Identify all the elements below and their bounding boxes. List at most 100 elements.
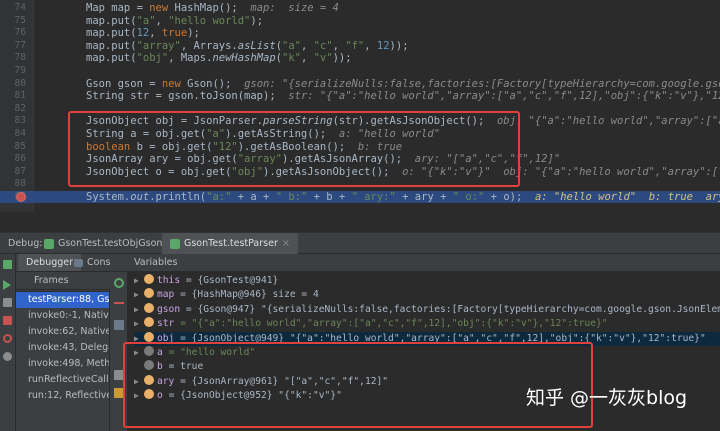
stop-icon[interactable] bbox=[3, 316, 12, 325]
mute-breakpoints-icon[interactable] bbox=[3, 352, 12, 361]
line-number: 84 bbox=[14, 128, 26, 139]
variables-header: Variables bbox=[110, 254, 720, 272]
code-token: , bbox=[149, 27, 162, 40]
test-run-icon bbox=[44, 238, 54, 249]
code-token: " ary:" bbox=[351, 191, 396, 203]
rerun-icon[interactable] bbox=[3, 260, 12, 269]
code-token: "obj" bbox=[136, 52, 169, 65]
copy-icon[interactable] bbox=[114, 320, 124, 330]
code-line[interactable]: 79 bbox=[0, 65, 720, 77]
stack-frame[interactable]: runReflectiveCall: bbox=[16, 372, 109, 388]
line-number: 81 bbox=[14, 90, 26, 102]
code-line[interactable]: 81 String str = gson.toJson(map); str: "{… bbox=[0, 90, 720, 102]
code-token: )); bbox=[389, 39, 409, 52]
debug-side-toolbar bbox=[0, 254, 16, 431]
stack-frame[interactable]: run:12, ReflectiveC bbox=[16, 388, 109, 404]
close-icon[interactable]: × bbox=[282, 233, 290, 254]
code-token: String str = gson.toJson(map); bbox=[86, 90, 289, 103]
code-token: ); bbox=[187, 27, 200, 40]
resume-icon[interactable] bbox=[3, 280, 11, 290]
variable-value: = "{"a":"hello world","array":["a","c","… bbox=[180, 318, 608, 330]
highlight-box-variables bbox=[123, 342, 593, 428]
watch-icon[interactable] bbox=[114, 278, 124, 288]
line-number: 76 bbox=[14, 27, 26, 39]
line-number: 78 bbox=[14, 52, 26, 64]
code-text: Gson gson = new Gson(); gson: "{serializ… bbox=[86, 78, 720, 90]
variable-row[interactable]: ▶ map = {HashMap@946} size = 4 bbox=[134, 288, 319, 302]
frames-panel: Frames ▲ ▼ ▾ testParser:88, Gsinvoke0:-1… bbox=[16, 272, 110, 431]
code-token: 12 bbox=[136, 27, 150, 40]
inline-value-hint: a: "hello world" b: true ary: "["a", bbox=[534, 191, 720, 203]
code-text: map.put(12, true); bbox=[86, 27, 200, 39]
inline-value-hint: obj: "{"a":"hello world","array":["a","c… bbox=[496, 115, 720, 128]
remove-watch-icon[interactable] bbox=[114, 302, 124, 304]
tab-testparser[interactable]: GsonTest.testParser × bbox=[162, 233, 298, 254]
code-token: "k" bbox=[282, 52, 301, 65]
code-token: , Arrays. bbox=[180, 39, 238, 52]
inline-value-hint: gson: "{serializeNulls:false,factories:[… bbox=[244, 77, 720, 90]
pause-icon[interactable] bbox=[3, 298, 12, 307]
code-token: "f" bbox=[345, 39, 365, 52]
code-line[interactable]: 74 Map map = new HashMap(); map: size = 4 bbox=[0, 2, 720, 14]
code-line[interactable]: 78 map.put("obj", Maps.newHashMap("k", "v… bbox=[0, 52, 720, 64]
code-token: + o); bbox=[484, 191, 535, 203]
code-token: Map map = bbox=[86, 2, 150, 14]
code-line[interactable]: 89System.out.println("a:" + a + " b:" + … bbox=[0, 191, 720, 203]
stack-frame[interactable]: invoke:43, Delega bbox=[16, 340, 109, 356]
code-line[interactable]: 80 Gson gson = new Gson(); gson: "{serial… bbox=[0, 78, 720, 90]
code-token: )); bbox=[332, 52, 352, 65]
watermark-text: 知乎 @一灰灰blog bbox=[526, 387, 688, 409]
variable-name: this bbox=[157, 275, 181, 286]
code-line[interactable]: 77 map.put("array", Arrays.asList("a", "c… bbox=[0, 40, 720, 52]
code-token: "a" bbox=[282, 39, 301, 52]
variable-row[interactable]: ▶ gson = {Gson@947} "{serializeNulls:fals… bbox=[134, 302, 720, 317]
tab-testobjgson[interactable]: GsonTest.testObjGson × bbox=[36, 233, 182, 254]
variable-name: str bbox=[157, 318, 175, 330]
variable-row[interactable]: ▶ str = "{"a":"hello world","array":["a",… bbox=[134, 317, 608, 331]
code-text: map.put("array", Arrays.asList("a", "c",… bbox=[86, 40, 409, 52]
code-token: , bbox=[364, 39, 377, 52]
inline-value-hint: str: "{"a":"hello world","array":["a","c… bbox=[288, 90, 720, 103]
code-token: asList bbox=[237, 39, 276, 52]
code-token: 12 bbox=[376, 39, 390, 52]
code-token: "v" bbox=[313, 52, 333, 65]
line-number: 75 bbox=[14, 14, 26, 26]
variable-value: = {GsonTest@941} bbox=[185, 275, 279, 286]
console-icon bbox=[74, 258, 83, 267]
code-line[interactable]: 75 map.put("a", "hello world"); bbox=[0, 15, 720, 27]
line-number: 79 bbox=[14, 65, 26, 76]
code-token: + b + bbox=[307, 191, 352, 203]
variable-type-icon bbox=[144, 288, 154, 299]
code-token: , bbox=[300, 52, 314, 65]
variable-type-icon bbox=[144, 274, 154, 284]
code-token: map.put( bbox=[86, 27, 137, 40]
expand-arrow-icon[interactable]: ▶ bbox=[134, 303, 144, 317]
code-token: " b:" bbox=[275, 191, 308, 203]
breakpoint-icon[interactable] bbox=[16, 192, 26, 202]
variable-value: = {Gson@947} "{serializeNulls:false,fact… bbox=[185, 303, 720, 315]
code-text: map.put("a", "hello world"); bbox=[86, 15, 263, 27]
code-editor[interactable]: 74 Map map = new HashMap(); map: size = 4… bbox=[0, 0, 720, 212]
line-number: 85 bbox=[14, 140, 26, 152]
stack-frame[interactable]: invoke:498, Meth bbox=[16, 356, 109, 372]
frames-title-bar: Frames bbox=[16, 272, 110, 290]
expand-arrow-icon[interactable]: ▶ bbox=[134, 274, 144, 288]
variable-row[interactable]: ▶ this = {GsonTest@941} bbox=[134, 274, 278, 288]
view-breakpoints-icon[interactable] bbox=[3, 334, 12, 343]
variable-type-icon bbox=[144, 302, 154, 313]
code-token: "a:" bbox=[206, 191, 232, 203]
code-token: , bbox=[300, 39, 314, 52]
line-number: 87 bbox=[14, 165, 26, 177]
code-token: System. bbox=[86, 191, 131, 203]
stack-frame[interactable]: invoke0:-1, Native bbox=[16, 308, 109, 324]
code-token: "c" bbox=[313, 39, 333, 52]
code-token: Gson gson = bbox=[86, 77, 162, 90]
stack-frame[interactable]: testParser:88, Gs bbox=[16, 292, 109, 308]
expand-arrow-icon[interactable]: ▶ bbox=[134, 288, 144, 302]
code-text: System.out.println("a:" + a + " b:" + b … bbox=[86, 191, 720, 203]
expand-arrow-icon[interactable]: ▶ bbox=[134, 317, 144, 331]
code-token: new bbox=[161, 77, 188, 90]
code-line[interactable]: 76 map.put(12, true); bbox=[0, 27, 720, 39]
stack-frame[interactable]: invoke:62, Native bbox=[16, 324, 109, 340]
code-text: String str = gson.toJson(map); str: "{"a… bbox=[86, 90, 720, 102]
